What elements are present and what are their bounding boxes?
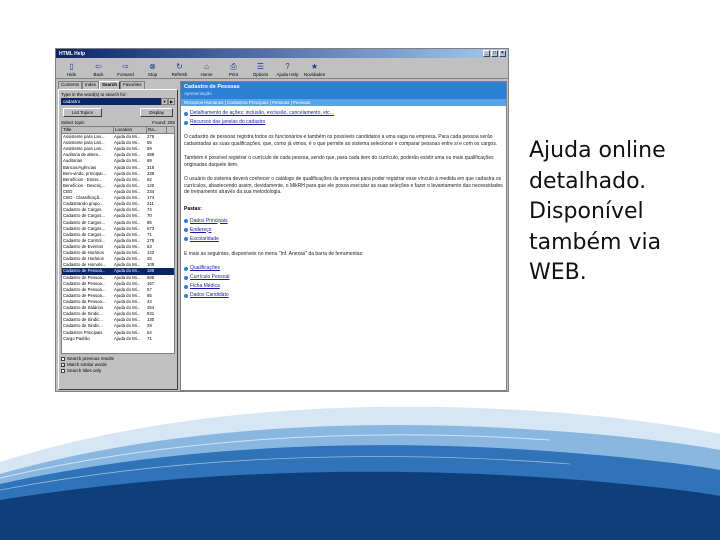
options-button[interactable]: ☰ Options xyxy=(247,62,274,77)
list-item: Escolaridade xyxy=(184,236,503,243)
hide-button[interactable]: ▯ Hide xyxy=(58,62,85,77)
forward-icon: ⇨ xyxy=(122,61,129,71)
back-icon: ⇦ xyxy=(95,61,102,71)
refresh-icon: ↻ xyxy=(176,61,183,71)
home-icon: ⌂ xyxy=(204,61,209,71)
window-titlebar: HTML Help _ □ × xyxy=(56,49,508,58)
table-cell: 71 xyxy=(147,335,152,341)
display-button[interactable]: Display xyxy=(140,108,173,117)
news-icon: ★ xyxy=(310,61,319,71)
table-row[interactable]: Cargo Padrão Ajuda do Mi... 71 xyxy=(62,336,174,342)
list-item: Dados Principais xyxy=(184,218,503,225)
paragraph: Também é possível registrar o currículo … xyxy=(184,155,494,168)
paragraph: E mais as seguintes, disponíveis no menu… xyxy=(184,250,364,257)
bullet-icon xyxy=(184,120,188,125)
breadcrumb[interactable]: Recursos Humanos | Cadastros Principais … xyxy=(181,99,506,106)
list-item: Recursos das janelas do cadastro xyxy=(184,119,503,126)
slide-caption: Ajuda online detalhado. Disponível també… xyxy=(529,136,709,289)
caption-line: detalhado. xyxy=(529,168,647,194)
checkbox[interactable] xyxy=(61,357,65,361)
minimize-button[interactable]: _ xyxy=(483,50,490,57)
list-item: Qualificações xyxy=(184,265,503,272)
caption-line: Disponível xyxy=(529,199,644,224)
print-icon: ⎙ xyxy=(230,61,237,71)
column-title[interactable]: Title xyxy=(62,127,114,133)
tab-favorites[interactable]: Favorites xyxy=(120,81,145,89)
arrow-right-icon[interactable]: ▶ xyxy=(168,98,175,105)
options-icon: ☰ xyxy=(256,61,265,71)
select-topic-label: Select topic: xyxy=(61,120,86,125)
window-title: HTML Help xyxy=(59,50,86,57)
paragraph: O cadastro de pessoas registra todos os … xyxy=(184,134,498,147)
content-header: Cadastro de Pessoas Apresentação xyxy=(181,82,506,99)
wave-decoration xyxy=(0,406,720,540)
list-header: Title Location Ra... xyxy=(62,127,174,134)
list-item: Ficha Médica xyxy=(184,283,503,290)
stop-button[interactable]: ⊗ Stop xyxy=(139,62,166,77)
page-title: Cadastro de Pessoas xyxy=(184,84,240,90)
tab-index[interactable]: Index xyxy=(82,81,100,89)
table-cell: Ajuda do Mi... xyxy=(114,335,141,341)
bullet-icon xyxy=(184,275,188,280)
navigation-pane: Contents Index Search Favorites Type in … xyxy=(58,81,178,391)
list-item: Dados Candidato xyxy=(184,292,503,299)
bullet-icon xyxy=(184,266,188,271)
bullet-icon xyxy=(184,284,188,289)
dropdown-arrow-icon[interactable]: ▼ xyxy=(161,98,168,105)
list-item: Endereço xyxy=(184,227,503,234)
list-item: Detalhamento de ações: inclusão, exclusã… xyxy=(184,110,503,117)
hide-icon: ▯ xyxy=(69,61,74,71)
results-list[interactable]: Title Location Ra... Assistente para Lan… xyxy=(61,126,175,354)
refresh-button[interactable]: ↻ Refresh xyxy=(166,62,193,77)
anexa-link[interactable]: Qualificações xyxy=(190,265,220,272)
pasta-link[interactable]: Endereço xyxy=(190,227,211,234)
tab-search[interactable]: Search xyxy=(99,81,121,89)
search-input[interactable]: cadastro xyxy=(61,98,161,105)
link-recursos[interactable]: Recursos das janelas do cadastro xyxy=(190,119,265,126)
pasta-link[interactable]: Escolaridade xyxy=(190,236,219,243)
toolbar: ▯ Hide ⇦ Back ⇨ Forward ⊗ Stop ↻ Refresh ⌂ Hom… xyxy=(56,58,508,79)
caption-line: WEB. xyxy=(529,260,587,285)
caption-line: Ajuda online xyxy=(529,138,666,163)
pastas-label: Pastas: xyxy=(184,205,202,212)
column-rank[interactable]: Ra... xyxy=(147,127,167,133)
search-panel: Type in the word(s) to search for: cadas… xyxy=(58,89,178,390)
search-option[interactable]: Search titles only xyxy=(61,368,175,374)
anexa-link[interactable]: Ficha Médica xyxy=(190,283,220,290)
bullet-icon xyxy=(184,228,188,232)
anexa-link[interactable]: Dados Candidato xyxy=(190,292,229,299)
bullet-icon xyxy=(184,293,188,298)
maximize-button[interactable]: □ xyxy=(491,50,498,57)
list-topics-button[interactable]: List Topics xyxy=(63,108,102,117)
pasta-link[interactable]: Dados Principais xyxy=(190,218,228,225)
list-item: Currículo Pessoal xyxy=(184,274,503,281)
forward-button[interactable]: ⇨ Forward xyxy=(112,62,139,77)
bullet-icon xyxy=(184,219,188,223)
caption-line: também via xyxy=(529,229,662,255)
ajuda-help-button[interactable]: ? Ajuda Help xyxy=(274,62,301,77)
page-subtitle: Apresentação xyxy=(184,91,212,96)
table-cell: Cargo Padrão xyxy=(63,335,90,341)
stop-icon: ⊗ xyxy=(149,61,156,71)
checkbox[interactable]: ✓ xyxy=(61,363,65,368)
anexa-link[interactable]: Currículo Pessoal xyxy=(190,274,229,281)
novidades-button[interactable]: ★ Novidades xyxy=(301,62,328,77)
tab-contents[interactable]: Contents xyxy=(58,81,83,89)
link-detalhamento[interactable]: Detalhamento de ações: inclusão, exclusã… xyxy=(190,110,334,117)
bullet-icon xyxy=(184,111,188,116)
close-button[interactable]: × xyxy=(499,50,506,57)
paragraph: O usuário do sistema deverá conhecer o c… xyxy=(184,176,503,195)
help-icon: ? xyxy=(285,61,290,71)
checkbox[interactable] xyxy=(61,369,65,373)
bullet-icon xyxy=(184,237,188,241)
help-window: HTML Help _ □ × ▯ Hide ⇦ Back ⇨ Forward ⊗ St… xyxy=(55,48,509,392)
back-button[interactable]: ⇦ Back xyxy=(85,62,112,77)
print-button[interactable]: ⎙ Print xyxy=(220,62,247,77)
home-button[interactable]: ⌂ Home xyxy=(193,62,220,77)
option-label: Search titles only xyxy=(67,368,102,373)
column-location[interactable]: Location xyxy=(114,127,147,133)
content-pane: Cadastro de Pessoas Apresentação Recurso… xyxy=(180,81,507,391)
found-count: Found: 292 xyxy=(152,120,175,125)
